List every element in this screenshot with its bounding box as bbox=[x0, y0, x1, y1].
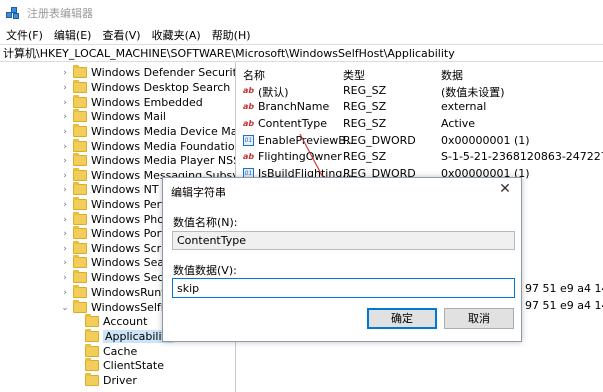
close-icon[interactable]: ✕ bbox=[495, 180, 515, 198]
value-data-label: 数值数据(V): bbox=[173, 264, 237, 277]
value-data-input[interactable] bbox=[172, 278, 515, 298]
edit-string-dialog: 编辑字符串 ✕ 数值名称(N): ContentType 数值数据(V): 确定… bbox=[162, 177, 522, 342]
ok-button[interactable]: 确定 bbox=[367, 308, 437, 329]
value-name-field: ContentType bbox=[172, 231, 515, 250]
dialog-title: 编辑字符串 bbox=[171, 186, 226, 199]
cancel-button[interactable]: 取消 bbox=[444, 308, 514, 329]
value-name-label: 数值名称(N): bbox=[173, 216, 238, 229]
